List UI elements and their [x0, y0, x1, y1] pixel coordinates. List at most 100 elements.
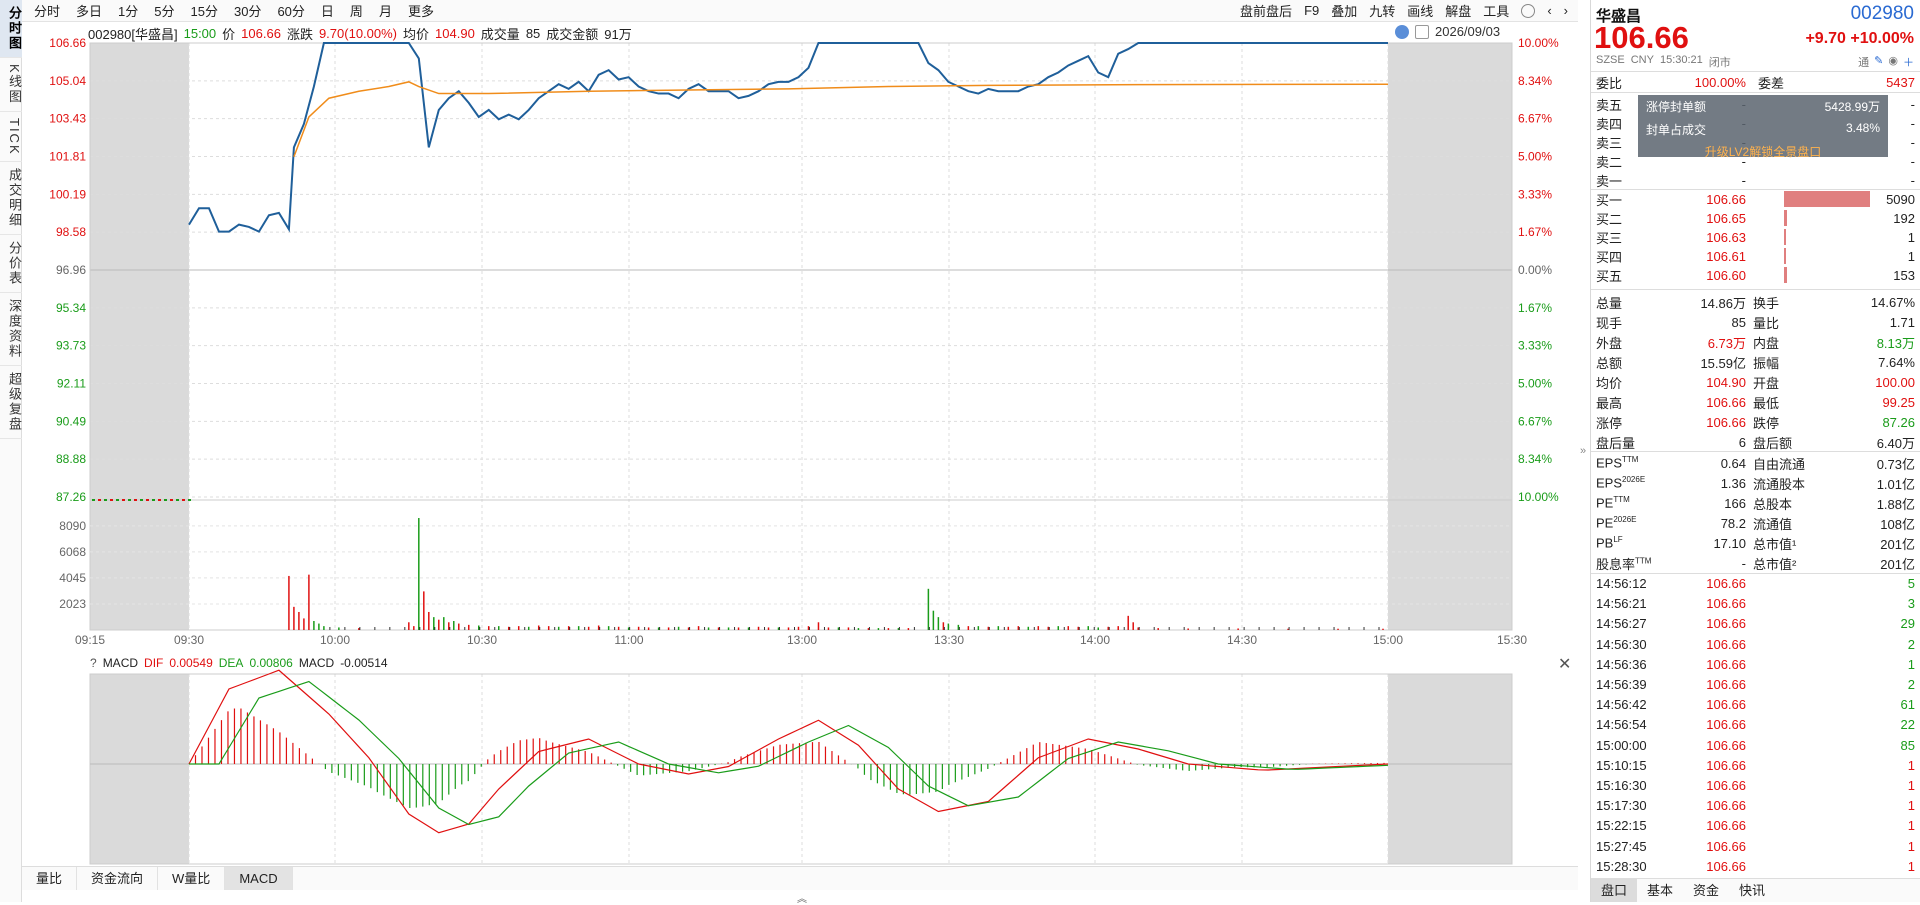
tick-time: 14:56:21 — [1596, 596, 1647, 612]
right-tab-3[interactable]: 快讯 — [1729, 879, 1775, 902]
dea-value: 0.00806 — [249, 656, 293, 670]
seal-amt-label: 涨停封单额 — [1646, 100, 1707, 114]
right-tab-2[interactable]: 资金 — [1683, 879, 1729, 902]
tick-time: 14:56:27 — [1596, 616, 1647, 632]
fin-value: 1.01亿 — [1876, 476, 1915, 492]
tick-row: 15:17:30 106.66 1 — [1591, 796, 1920, 816]
fin-value: 201亿 — [1880, 536, 1915, 552]
stat-label: 换手 — [1753, 295, 1780, 311]
vertical-tabs: 分时图 K线图 TICK 成交明细 分价表 深度资料 超级复盘 — [0, 0, 22, 902]
macd-label: MACD — [298, 656, 335, 670]
fin-label: PBLF — [1591, 535, 1623, 550]
tick-price: 106.66 — [1706, 838, 1746, 854]
fin-label-text: EPS — [1596, 475, 1623, 491]
stat-label: 总额 — [1596, 355, 1623, 371]
indicator-tab-3[interactable]: MACD — [225, 867, 293, 890]
indicator-tab-0[interactable]: 量比 — [22, 867, 78, 890]
eye-icon[interactable]: ◉ — [1888, 54, 1898, 70]
stat-label: 总量 — [1596, 295, 1623, 311]
price-series-line — [188, 42, 1388, 233]
volume-axis-label: 8090 — [59, 519, 86, 533]
ask-vol: - — [1910, 134, 1915, 150]
fin-value: 17.10 — [1713, 535, 1746, 551]
price-axis-label: 93.73 — [56, 339, 86, 353]
collapse-panel-icon[interactable]: » — [1580, 445, 1586, 457]
fin-label: 总市值² — [1753, 556, 1797, 572]
seal-ratio-row: 封单占成交 3.48% — [1638, 118, 1888, 141]
vtab-5[interactable]: 深度资料 — [0, 293, 22, 367]
vtab-6[interactable]: 超级复盘 — [0, 366, 22, 440]
stat-value: 106.66 — [1706, 414, 1746, 430]
fin-value: 108亿 — [1880, 516, 1915, 532]
tick-time: 15:17:30 — [1596, 798, 1647, 814]
intraday-chart[interactable]: 106.66 10.00% 105.04 8.34% 103.43 6.67% 101.81… — [22, 0, 1578, 902]
upgrade-link[interactable]: 升级LV2解锁全景盘口 — [1638, 141, 1888, 160]
tick-row: 14:56:54 106.66 22 — [1591, 715, 1920, 735]
tick-vol: 1 — [1907, 798, 1915, 814]
app-root: 分时图 K线图 TICK 成交明细 分价表 深度资料 超级复盘 分时 多日 1分 5分 15分 30分… — [0, 0, 1920, 905]
fin-label-text: EPS — [1596, 455, 1623, 471]
stat-label: 最高 — [1596, 395, 1623, 411]
tick-vol: 1 — [1907, 838, 1915, 854]
indicator-tab-2[interactable]: W量比 — [158, 867, 226, 890]
bid-vol: 1 — [1907, 248, 1915, 264]
seal-ratio-label: 封单占成交 — [1646, 123, 1707, 137]
fin-label: PETTM — [1591, 495, 1630, 510]
price-axis-label: 96.96 — [56, 263, 86, 277]
pct-axis-label: 10.00% — [1518, 36, 1559, 50]
fin-label: EPSTTM — [1591, 455, 1638, 470]
price-axis-label: 103.43 — [49, 112, 86, 126]
time-axis-label: 15:00 — [1373, 633, 1403, 647]
tick-vol: 1 — [1907, 778, 1915, 793]
tick-vol: 2 — [1907, 636, 1915, 652]
dea-label: DEA — [218, 656, 244, 670]
price-axis-label: 100.19 — [49, 187, 86, 201]
vtab-1[interactable]: K线图 — [0, 58, 22, 112]
bid-price: 106.60 — [1706, 267, 1746, 283]
weibi-value: 100.00% — [1694, 74, 1746, 90]
avg-price-line — [293, 81, 1389, 157]
vtab-3[interactable]: 成交明细 — [0, 162, 22, 236]
fin-label: 总市值¹ — [1753, 536, 1797, 552]
right-tab-1[interactable]: 基本 — [1637, 879, 1683, 902]
tick-time: 15:00:00 — [1596, 737, 1647, 753]
price-axis-label: 88.88 — [56, 452, 86, 466]
fin-label-text: 股息率 — [1596, 556, 1636, 572]
stat-value: 100.00 — [1875, 374, 1915, 390]
close-icon[interactable]: ✕ — [1558, 654, 1571, 674]
fin-label: PE2026E — [1591, 515, 1636, 530]
time-axis-label: 10:30 — [467, 633, 497, 647]
stat-value: 8.13万 — [1876, 335, 1915, 351]
tick-row: 15:00:00 106.66 85 — [1591, 736, 1920, 756]
divider — [1591, 289, 1920, 290]
stat-value: 14.67% — [1870, 294, 1915, 310]
stat-row: 现手 85 量比 1.71 — [1591, 312, 1920, 332]
stat-row: 外盘 6.73万 内盘 8.13万 — [1591, 332, 1920, 352]
stock-code[interactable]: 002980 — [1851, 3, 1914, 25]
tick-vol: 85 — [1900, 737, 1915, 753]
ask-label: 卖五 — [1596, 97, 1623, 113]
bid-label: 买三 — [1596, 230, 1623, 246]
indicator-tab-1[interactable]: 资金流向 — [77, 867, 159, 890]
bid-price: 106.63 — [1706, 229, 1746, 245]
tick-row: 14:56:30 106.66 2 — [1591, 635, 1920, 655]
vtab-2[interactable]: TICK — [0, 112, 22, 163]
pct-axis-label: 5.00% — [1518, 150, 1552, 164]
tick-row: 15:22:15 106.66 1 — [1591, 816, 1920, 836]
vtab-4[interactable]: 分价表 — [0, 235, 22, 294]
help-icon[interactable]: ? — [90, 656, 97, 670]
right-tab-0[interactable]: 盘口 — [1591, 879, 1638, 902]
tong-badge[interactable]: 通 — [1858, 54, 1869, 70]
time-axis-label: 13:30 — [934, 633, 964, 647]
stat-value: 14.86万 — [1700, 295, 1746, 311]
expand-icon[interactable]: ︽ — [782, 890, 822, 905]
tick-time: 15:16:30 — [1596, 778, 1647, 793]
edit-icon[interactable]: ✎ — [1874, 54, 1883, 70]
bid-depth-bar — [1784, 229, 1786, 245]
add-icon[interactable]: ＋ — [1903, 54, 1914, 70]
stat-row: 均价 104.90 开盘 100.00 — [1591, 372, 1920, 392]
pct-axis-label: 5.00% — [1518, 377, 1552, 391]
bid-row: 买三 106.63 1 — [1591, 227, 1920, 247]
vtab-0[interactable]: 分时图 — [0, 0, 22, 58]
tick-price: 106.66 — [1706, 697, 1746, 713]
